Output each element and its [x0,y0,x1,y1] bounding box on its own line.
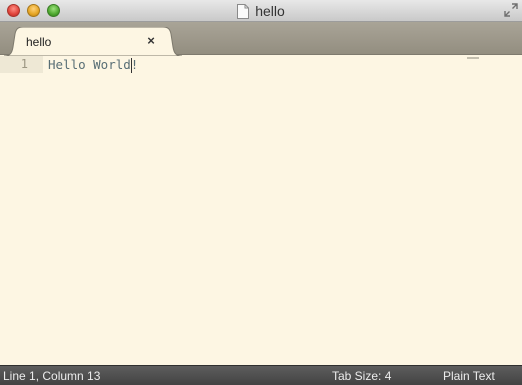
code-text: Hello World! [48,57,139,72]
cursor-position: Line 1, Column 13 [3,369,101,383]
text-cursor [131,58,132,73]
tab-hello[interactable]: hello × [4,27,182,56]
title-bar: hello [0,0,522,22]
tab-label: hello [26,35,52,49]
window-title-group: hello [0,2,522,20]
tab-close-icon[interactable]: × [145,34,157,48]
line-number: 1 [20,57,28,71]
window-title: hello [255,3,285,19]
gutter-current-line: 1 [0,56,43,73]
status-bar: Line 1, Column 13 Tab Size: 4 Plain Text [0,365,522,385]
editor-area[interactable]: 1 Hello World! [0,56,522,365]
minimap[interactable] [467,57,479,59]
code-line[interactable]: Hello World! [43,56,522,73]
tab-strip: hello × [0,22,522,56]
document-icon [237,3,250,19]
syntax-selector[interactable]: Plain Text [443,369,495,383]
fullscreen-icon[interactable] [504,3,518,17]
tab-size-selector[interactable]: Tab Size: 4 [332,369,391,383]
